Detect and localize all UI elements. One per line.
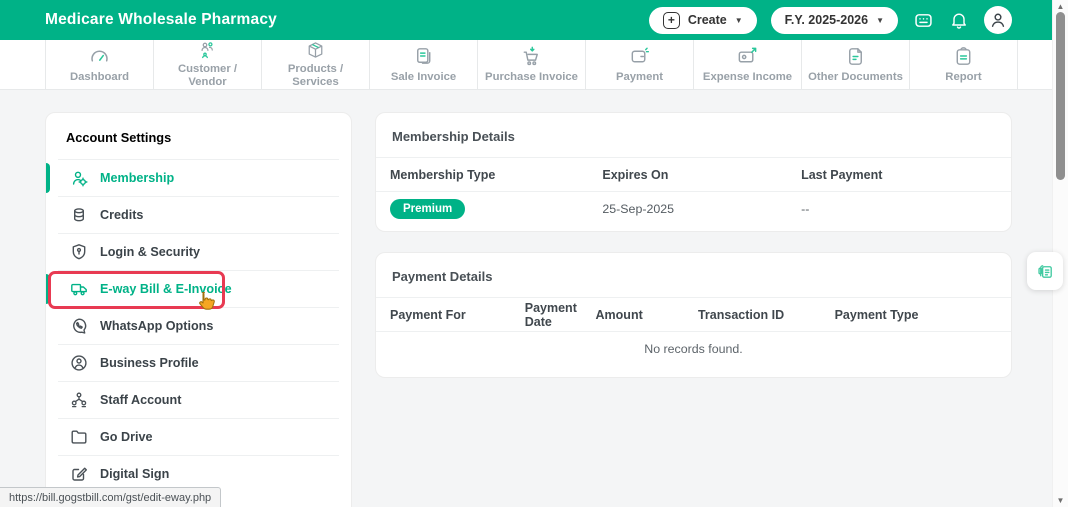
- bell-icon[interactable]: [948, 9, 970, 31]
- create-button-label: Create: [687, 13, 727, 27]
- gauge-icon: [91, 50, 108, 62]
- nav-label: Other Documents: [808, 71, 903, 83]
- card-title: Payment Details: [392, 269, 493, 284]
- sidebar-item-label: Credits: [100, 208, 144, 222]
- expires-on-value: 25-Sep-2025: [602, 201, 675, 216]
- nav-label: Report: [945, 71, 982, 83]
- sidebar-item-label: Staff Account: [100, 393, 182, 407]
- column-header: Membership Type: [390, 167, 496, 182]
- wallet-icon: [631, 47, 650, 63]
- column-header: Payment Type: [834, 307, 919, 322]
- pen-icon: [72, 467, 87, 481]
- nav-label: Sale Invoice: [390, 71, 457, 83]
- sidebar-item-credits[interactable]: Credits: [46, 197, 351, 233]
- account-settings-panel: Account Settings Membership Credits Logi…: [45, 112, 352, 507]
- column-header: Payment For: [390, 307, 466, 322]
- folder-icon: [71, 430, 87, 444]
- column-header: Transaction ID: [697, 307, 785, 322]
- sidebar-item-label: Business Profile: [100, 356, 199, 370]
- sidebar-item-staff-account[interactable]: Staff Account: [46, 382, 351, 418]
- sidebar-item-login-security[interactable]: Login & Security: [46, 234, 351, 270]
- cart-icon: [523, 46, 538, 66]
- top-bar: Medicare Wholesale Pharmacy + Create ▼ F…: [0, 0, 1052, 40]
- nav-item-dashboard[interactable]: Dashboard: [45, 40, 154, 89]
- empty-state-text: No records found.: [644, 341, 743, 356]
- nav-item-products-services[interactable]: Products / Services: [262, 40, 370, 89]
- sidebar-item-eway-bill-einvoice[interactable]: E-way Bill & E-Invoice: [46, 271, 351, 307]
- plus-icon: +: [662, 11, 680, 29]
- sidebar-item-whatsapp-options[interactable]: WhatsApp Options: [46, 308, 351, 344]
- scroll-down-arrow[interactable]: ▼: [1053, 496, 1068, 505]
- app-title: Medicare Wholesale Pharmacy: [45, 11, 277, 28]
- column-header: Payment Date: [524, 300, 577, 329]
- column-header: Expires On: [602, 167, 669, 182]
- sidebar-item-go-drive[interactable]: Go Drive: [46, 419, 351, 455]
- expense-icon: [738, 47, 757, 63]
- staff-icon: [71, 392, 87, 408]
- active-indicator: [46, 274, 50, 304]
- nav-item-purchase-invoice[interactable]: Purchase Invoice: [478, 40, 586, 89]
- sidebar-item-membership[interactable]: Membership: [46, 160, 351, 196]
- link-status-bar: https://bill.gogstbill.com/gst/edit-eway…: [0, 487, 222, 507]
- credits-icon: [73, 208, 85, 222]
- main-nav: Dashboard Customer / Vendor Products / S…: [0, 40, 1052, 90]
- scroll-up-arrow[interactable]: ▲: [1053, 2, 1068, 11]
- nav-label: Payment: [615, 71, 664, 83]
- truck-icon: [71, 283, 87, 296]
- membership-details-card: Membership Details Membership Type Expir…: [375, 112, 1012, 232]
- invoice-icon: [417, 48, 431, 64]
- nav-label: Products / Services: [287, 63, 344, 89]
- column-header: Last Payment: [801, 167, 883, 182]
- table-row: Premium 25-Sep-2025 --: [376, 192, 1011, 225]
- panel-title: Account Settings: [66, 130, 172, 145]
- sidebar-item-label: Digital Sign: [100, 467, 170, 481]
- nav-item-customer-vendor[interactable]: Customer / Vendor: [154, 40, 262, 89]
- create-button[interactable]: + Create ▼: [648, 6, 757, 34]
- quick-docs-side-tab[interactable]: [1027, 252, 1063, 290]
- payment-details-card: Payment Details Payment For Payment Date…: [375, 252, 1012, 378]
- documents-icon: [1037, 264, 1052, 278]
- nav-label: Customer / Vendor: [177, 63, 237, 89]
- nav-label: Purchase Invoice: [485, 71, 578, 83]
- nav-label: Dashboard: [69, 71, 129, 83]
- nav-item-expense-income[interactable]: Expense Income: [694, 40, 802, 89]
- whatsapp-icon: [73, 318, 87, 334]
- fiscal-year-label: F.Y. 2025-2026: [784, 13, 869, 27]
- nav-item-sale-invoice[interactable]: Sale Invoice: [370, 40, 478, 89]
- user-avatar[interactable]: [984, 6, 1012, 34]
- member-icon: [72, 171, 88, 187]
- document-icon: [849, 48, 862, 65]
- nav-item-report[interactable]: Report: [910, 40, 1018, 89]
- fiscal-year-dropdown[interactable]: F.Y. 2025-2026 ▼: [770, 6, 898, 34]
- chevron-down-icon: ▼: [876, 15, 884, 25]
- table-header-row: Membership Type Expires On Last Payment: [376, 158, 1011, 192]
- people-icon: [201, 42, 213, 59]
- clipboard-icon: [956, 47, 971, 65]
- sidebar-item-label: WhatsApp Options: [100, 319, 214, 333]
- shield-icon: [72, 244, 86, 260]
- sidebar-item-label: E-way Bill & E-Invoice: [100, 282, 232, 296]
- profile-icon: [71, 355, 87, 371]
- table-header-row: Payment For Payment Date Amount Transact…: [376, 298, 1011, 332]
- nav-item-payment[interactable]: Payment: [586, 40, 694, 89]
- scrollbar-thumb[interactable]: [1056, 12, 1065, 180]
- sidebar-item-label: Login & Security: [100, 245, 201, 259]
- nav-label: Expense Income: [702, 71, 793, 83]
- chevron-down-icon: ▼: [734, 15, 743, 25]
- column-header: Amount: [595, 307, 643, 322]
- box-icon: [308, 42, 323, 58]
- sidebar-item-label: Go Drive: [100, 430, 153, 444]
- card-title: Membership Details: [392, 129, 515, 144]
- announcement-icon[interactable]: [912, 9, 934, 31]
- last-payment-value: --: [801, 201, 810, 216]
- active-indicator: [46, 163, 50, 193]
- sidebar-item-label: Membership: [100, 171, 175, 185]
- nav-item-other-documents[interactable]: Other Documents: [802, 40, 910, 89]
- app-window: Medicare Wholesale Pharmacy + Create ▼ F…: [0, 0, 1068, 507]
- membership-type-badge: Premium: [390, 198, 466, 219]
- sidebar-item-business-profile[interactable]: Business Profile: [46, 345, 351, 381]
